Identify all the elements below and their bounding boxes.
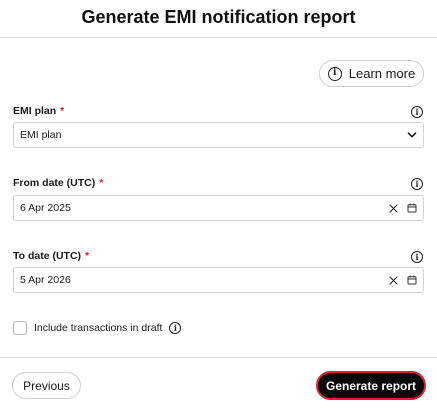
from-date-info-icon[interactable]: i <box>411 178 423 190</box>
clear-icon[interactable] <box>388 275 398 285</box>
emi-plan-value: EMI plan <box>20 129 62 141</box>
previous-button[interactable]: Previous <box>12 372 81 399</box>
required-mark: * <box>85 250 90 262</box>
chevron-down-icon[interactable] <box>407 130 417 140</box>
include-draft-label[interactable]: Include transactions in draft <box>34 322 162 334</box>
from-date-label: From date (UTC) * <box>13 177 104 189</box>
to-date-label: To date (UTC) * <box>13 250 90 262</box>
to-date-input[interactable]: 5 Apr 2026 <box>13 267 424 293</box>
emi-plan-label: EMI plan * <box>13 105 65 117</box>
learn-more-label: Learn more <box>348 66 416 81</box>
clear-icon[interactable] <box>388 203 398 213</box>
calendar-icon[interactable] <box>407 203 417 213</box>
emi-plan-info-icon[interactable]: i <box>411 106 423 118</box>
learn-more-button[interactable]: i Learn more <box>319 60 424 87</box>
include-draft-checkbox[interactable] <box>13 321 27 335</box>
dialog-title: Generate EMI notification report <box>81 7 356 27</box>
required-mark: * <box>99 177 104 189</box>
include-draft-info-icon[interactable]: i <box>169 322 182 334</box>
required-mark: * <box>60 105 65 117</box>
calendar-icon[interactable] <box>407 275 417 285</box>
to-date-info-icon[interactable]: i <box>411 251 423 263</box>
include-draft-row: Include transactions in draft i <box>13 321 182 335</box>
generate-report-button[interactable]: Generate report <box>316 371 426 400</box>
dialog-footer: Previous Generate report <box>0 357 437 414</box>
from-date-value: 6 Apr 2025 <box>20 202 71 214</box>
to-date-value: 5 Apr 2026 <box>20 274 71 286</box>
from-date-input[interactable]: 6 Apr 2025 <box>13 195 424 221</box>
dialog-header: Generate EMI notification report <box>0 0 437 38</box>
info-icon: i <box>327 66 342 81</box>
emi-plan-select[interactable]: EMI plan <box>13 122 424 148</box>
